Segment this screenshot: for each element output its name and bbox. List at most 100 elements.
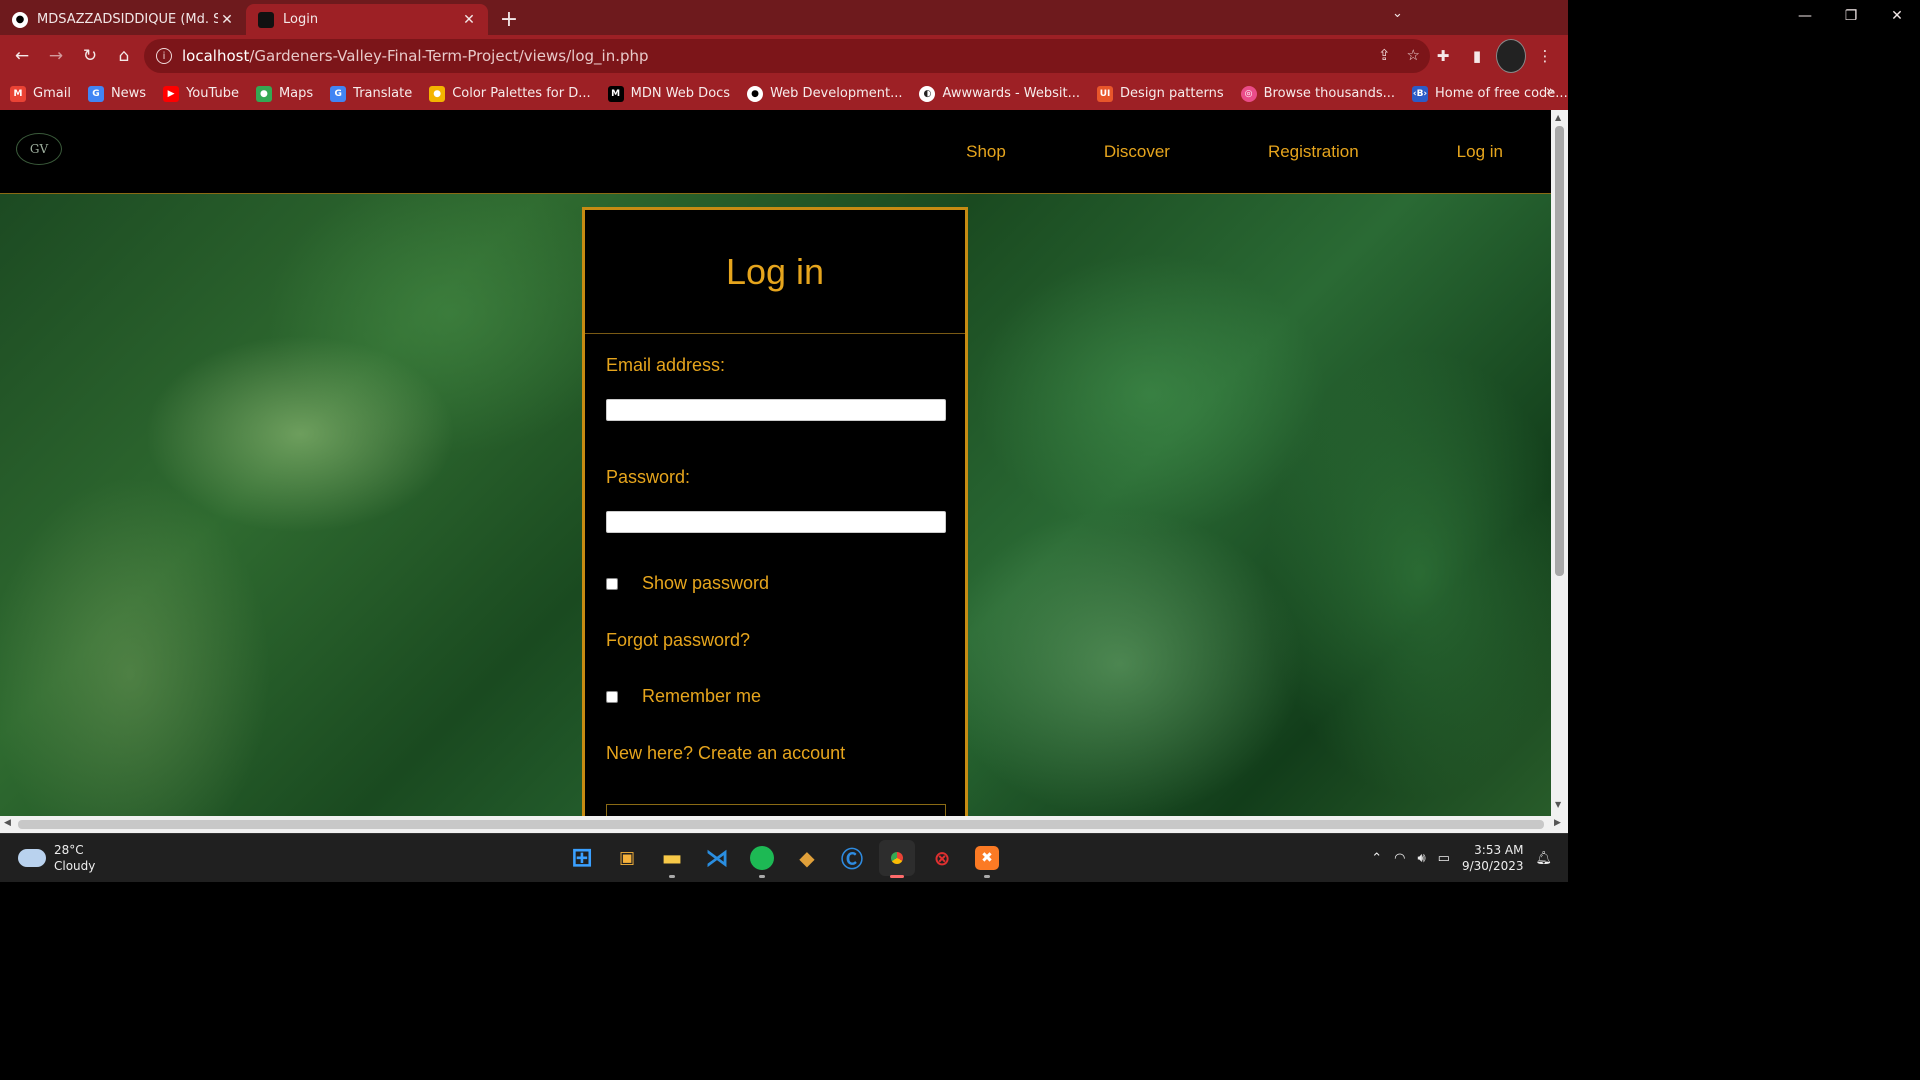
bookmark-maps[interactable]: ● Maps (255, 85, 313, 102)
address-bar[interactable]: i localhost/Gardeners-Valley-Final-Term-… (144, 39, 1430, 73)
bookmark-dribbble[interactable]: ◎ Browse thousands... (1240, 85, 1395, 102)
login-title: Log in (585, 210, 965, 334)
bookmark-design-patterns[interactable]: UI Design patterns (1097, 85, 1224, 102)
profile-avatar[interactable] (1496, 39, 1526, 73)
password-field[interactable] (606, 511, 946, 533)
horizontal-scroll-thumb[interactable] (18, 820, 1544, 829)
tab-login[interactable]: Login ✕ (246, 4, 488, 35)
vertical-scrollbar[interactable]: ▲ ▼ (1551, 110, 1568, 816)
antivirus-icon[interactable]: ⊗ (924, 840, 960, 876)
dribbble-icon: ◎ (1240, 85, 1257, 102)
youtube-icon: ▶ (163, 85, 180, 102)
window-controls: — ❐ ✕ (1782, 0, 1920, 32)
nav-registration[interactable]: Registration (1268, 142, 1359, 162)
freecodecamp-icon: ‹B› (1412, 85, 1428, 102)
scroll-right-icon[interactable]: ▶ (1554, 818, 1561, 828)
close-window-icon[interactable]: ✕ (1874, 0, 1920, 32)
email-field[interactable] (606, 399, 946, 421)
system-tray: ⌃ ◠ 🔊︎ ▭ 3:53 AM 9/30/2023 🔔︎ (1371, 842, 1552, 874)
browser-toolbar: ← → ↻ ⌂ i localhost/Gardeners-Valley-Fin… (0, 35, 1568, 77)
password-label: Password: (606, 467, 691, 487)
bookmark-translate[interactable]: G Translate (330, 85, 412, 102)
bookmarks-bar: M Gmail G News ▶ YouTube ● Maps G Translate ●… (0, 77, 1568, 110)
nav-discover[interactable]: Discover (1104, 142, 1170, 162)
extensions-icon[interactable]: ✚ (1428, 39, 1458, 73)
bookmark-color-palettes[interactable]: ● Color Palettes for D... (429, 85, 591, 102)
microsoft-pre-icon[interactable]: ▣ (609, 840, 645, 876)
chrome-icon[interactable] (879, 840, 915, 878)
webdev-icon: ● (747, 85, 764, 102)
site-info-icon[interactable]: i (156, 48, 172, 64)
create-account-link[interactable]: New here? Create an account (606, 743, 845, 764)
login-card: Log in Email address: Password: Show pas… (582, 207, 968, 816)
horizontal-scrollbar[interactable]: ◀ ▶ (0, 816, 1568, 833)
github-icon: ● (12, 11, 28, 28)
wifi-icon[interactable]: ◠ (1394, 851, 1405, 866)
bookmarks-overflow-icon[interactable]: » (1546, 84, 1554, 99)
minimize-icon[interactable]: — (1782, 0, 1828, 32)
bookmark-awwwards[interactable]: ◐ Awwwards - Websit... (919, 85, 1080, 102)
bookmark-freecodecamp[interactable]: ‹B› Home of free code... (1412, 85, 1568, 102)
forward-icon[interactable]: → (39, 39, 73, 73)
weather-widget[interactable]: 28°C Cloudy (18, 842, 95, 874)
tab-search-chevron-icon[interactable]: ⌄ (1392, 6, 1403, 21)
scroll-down-icon[interactable]: ▼ (1555, 800, 1561, 809)
spotify-icon[interactable] (744, 840, 780, 878)
close-icon[interactable]: ✕ (218, 12, 236, 28)
show-password-checkbox[interactable] (606, 578, 618, 590)
gmail-icon: M (10, 85, 26, 102)
ui-icon: UI (1097, 85, 1114, 102)
maps-icon: ● (255, 85, 272, 102)
bookmark-web-development[interactable]: ● Web Development... (747, 85, 902, 102)
menu-kebab-icon[interactable]: ⋮ (1530, 39, 1560, 73)
bookmark-news[interactable]: G News (87, 85, 146, 102)
nav-log-in[interactable]: Log in (1457, 142, 1503, 162)
remember-me-checkbox[interactable] (606, 691, 618, 703)
forgot-password-link[interactable]: Forgot password? (606, 630, 750, 651)
awwwards-icon: ◐ (919, 85, 936, 102)
new-tab-button[interactable]: + (494, 4, 524, 34)
battery-icon[interactable]: ▭ (1438, 851, 1450, 866)
vertical-scroll-thumb[interactable] (1555, 126, 1564, 576)
nav-shop[interactable]: Shop (966, 142, 1006, 162)
close-icon[interactable]: ✕ (460, 12, 478, 28)
side-panel-icon[interactable]: ▮ (1462, 39, 1492, 73)
login-submit-button[interactable] (606, 804, 946, 816)
notification-bell-icon[interactable]: 🔔︎ (1535, 851, 1552, 866)
clock[interactable]: 3:53 AM 9/30/2023 (1462, 842, 1524, 874)
bookmark-gmail[interactable]: M Gmail (10, 85, 71, 102)
git-icon[interactable]: ◆ (789, 840, 825, 876)
weather-temp: 28°C (54, 843, 84, 857)
palette-icon: ● (429, 85, 446, 102)
volume-icon[interactable]: 🔊︎ (1417, 851, 1425, 866)
news-icon: G (87, 85, 104, 102)
scroll-left-icon[interactable]: ◀ (4, 818, 11, 828)
restore-icon[interactable]: ❐ (1828, 0, 1874, 32)
show-password-label[interactable]: Show password (642, 573, 769, 594)
site-logo[interactable]: GV (16, 133, 62, 165)
vscode-icon[interactable]: ⋊ (699, 840, 735, 876)
back-icon[interactable]: ← (5, 39, 39, 73)
windows-start-icon[interactable]: ⊞ (564, 840, 600, 876)
tab-strip: ● MDSAZZADSIDDIQUE (Md. Sazzad ✕ Login ✕… (0, 0, 1568, 35)
tab-github[interactable]: ● MDSAZZADSIDDIQUE (Md. Sazzad ✕ (0, 4, 246, 35)
ccleaner-icon[interactable]: Ⓒ (834, 840, 870, 876)
remember-me-label[interactable]: Remember me (642, 686, 761, 707)
home-icon[interactable]: ⌂ (107, 39, 141, 73)
scroll-up-icon[interactable]: ▲ (1555, 113, 1561, 122)
cloud-icon (18, 849, 46, 867)
share-icon[interactable]: ⇪ (1378, 46, 1391, 64)
reload-icon[interactable]: ↻ (73, 39, 107, 73)
bookmark-youtube[interactable]: ▶ YouTube (163, 85, 239, 102)
tray-overflow-chevron-icon[interactable]: ⌃ (1371, 851, 1382, 866)
site-navbar: GV Shop Discover Registration Log in (0, 110, 1551, 194)
url-text[interactable]: localhost/Gardeners-Valley-Final-Term-Pr… (182, 47, 649, 65)
weather-desc: Cloudy (54, 859, 96, 873)
xampp-icon[interactable]: ✖ (969, 840, 1005, 878)
page-viewport: GV Shop Discover Registration Log in Log… (0, 110, 1551, 816)
bookmark-star-icon[interactable]: ☆ (1407, 46, 1420, 64)
taskbar-apps: ⊞ ▣ ▬ ⋊ ◆ Ⓒ ⊗ ✖ (564, 840, 1005, 878)
file-explorer-icon[interactable]: ▬ (654, 840, 690, 878)
site-nav: Shop Discover Registration Log in (966, 110, 1503, 194)
bookmark-mdn[interactable]: M MDN Web Docs (607, 85, 730, 102)
